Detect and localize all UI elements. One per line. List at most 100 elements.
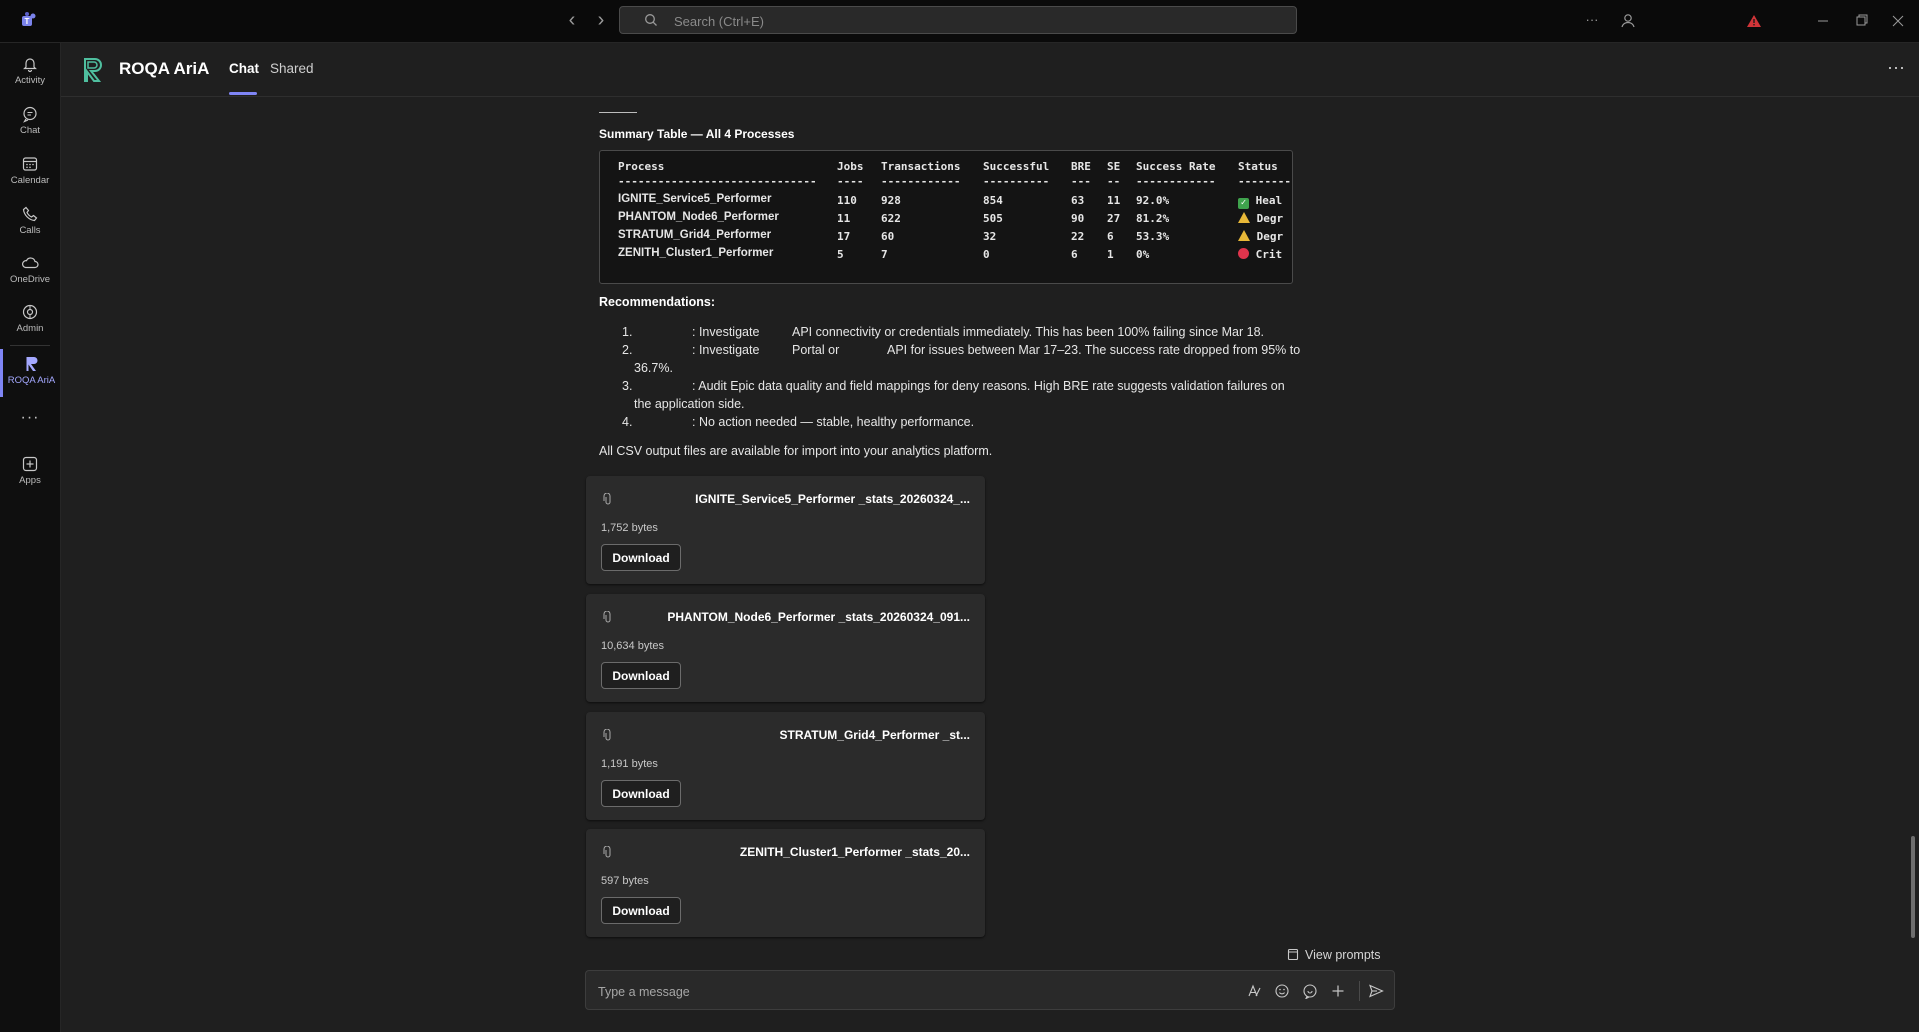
minimize-icon[interactable] bbox=[1814, 12, 1832, 30]
rail-label: Apps bbox=[19, 475, 41, 486]
teams-logo-icon[interactable]: T bbox=[20, 11, 38, 29]
sticker-icon[interactable] bbox=[1302, 983, 1318, 999]
tab-shared[interactable]: Shared bbox=[270, 61, 314, 76]
forward-arrow-icon[interactable]: › bbox=[590, 10, 612, 32]
search-icon bbox=[645, 14, 657, 26]
table-cell-process: ZENITH_Cluster1_Performer bbox=[618, 247, 774, 259]
title-bar: T ‹ › ··· bbox=[0, 0, 1919, 43]
rail-label: Calendar bbox=[10, 175, 50, 186]
file-name[interactable]: IGNITE_Service5_Performer _stats_2026032… bbox=[695, 492, 970, 506]
message-input[interactable] bbox=[596, 981, 1200, 1003]
table-header: Jobs bbox=[837, 160, 864, 173]
table-cell-status: Crit bbox=[1238, 248, 1282, 261]
app-name: ROQA AriA bbox=[119, 59, 210, 78]
table-cell: 11 bbox=[837, 212, 851, 225]
table-cell: 5 bbox=[837, 248, 844, 261]
download-button[interactable]: Download bbox=[601, 897, 681, 924]
table-separator: -- bbox=[1107, 175, 1121, 188]
table-cell: 11 bbox=[1107, 194, 1121, 207]
download-button[interactable]: Download bbox=[601, 662, 681, 689]
more-icon[interactable]: ··· bbox=[1583, 12, 1601, 30]
search-box[interactable] bbox=[619, 6, 1297, 34]
file-size: 1,191 bytes bbox=[601, 758, 658, 770]
rail-item-calendar[interactable]: Calendar bbox=[0, 149, 60, 195]
back-arrow-icon[interactable]: ‹ bbox=[561, 10, 583, 32]
rail-label: ROQA AriA bbox=[7, 375, 56, 386]
paperclip-icon bbox=[603, 611, 611, 623]
rail-item-chat[interactable]: Chat bbox=[0, 99, 60, 145]
download-button[interactable]: Download bbox=[601, 780, 681, 807]
table-header: Status bbox=[1238, 160, 1278, 173]
rail-item-activity[interactable]: Activity bbox=[0, 49, 60, 95]
tab-chat[interactable]: Chat bbox=[229, 61, 259, 76]
table-cell: 505 bbox=[983, 212, 1003, 225]
check-icon: ✓ bbox=[1238, 198, 1249, 209]
table-cell: 22 bbox=[1071, 230, 1085, 243]
rail-item-onedrive[interactable]: OneDrive bbox=[0, 248, 60, 294]
rail-divider bbox=[10, 345, 50, 346]
table-header: Process bbox=[618, 160, 665, 173]
more-options-icon[interactable]: ··· bbox=[1887, 57, 1905, 78]
table-header: Transactions bbox=[881, 160, 961, 173]
rail-item-apps[interactable]: Apps bbox=[0, 449, 60, 495]
search-input[interactable] bbox=[672, 10, 1276, 32]
file-size: 1,752 bytes bbox=[601, 522, 658, 534]
table-cell: 0 bbox=[983, 248, 990, 261]
phone-icon bbox=[22, 206, 38, 222]
table-cell: 32 bbox=[983, 230, 997, 243]
table-cell-status: ✓ Heal bbox=[1238, 194, 1282, 209]
app-header: ROQA AriA Chat Shared ··· bbox=[61, 43, 1919, 97]
recommendation-item: 2. : Investigate Portal or API for issue… bbox=[622, 343, 1301, 375]
composer-divider bbox=[1359, 981, 1360, 1001]
file-attachment-card: IGNITE_Service5_Performer _stats_2026032… bbox=[586, 476, 985, 584]
file-name[interactable]: STRATUM_Grid4_Performer _st... bbox=[780, 728, 971, 742]
recommendations-title: Recommendations: bbox=[599, 295, 715, 309]
view-prompts-button[interactable]: View prompts bbox=[1287, 948, 1381, 962]
send-icon[interactable] bbox=[1368, 983, 1384, 999]
emoji-icon[interactable] bbox=[1274, 983, 1290, 999]
table-cell: 110 bbox=[837, 194, 857, 207]
table-cell: 17 bbox=[837, 230, 851, 243]
maximize-icon[interactable] bbox=[1852, 12, 1870, 30]
more-apps-icon[interactable]: ··· bbox=[0, 403, 60, 433]
attach-plus-icon[interactable] bbox=[1330, 983, 1346, 999]
table-cell: 1 bbox=[1107, 248, 1114, 261]
recommendation-item: 3. : Audit Epic data quality and field m… bbox=[622, 379, 1285, 411]
paperclip-icon bbox=[603, 493, 611, 505]
file-name[interactable]: ZENITH_Cluster1_Performer _stats_20... bbox=[740, 845, 970, 859]
scrollbar-thumb[interactable] bbox=[1911, 836, 1915, 938]
table-header: Successful bbox=[983, 160, 1050, 173]
file-attachment-card: STRATUM_Grid4_Performer _st... 1,191 byt… bbox=[586, 712, 985, 820]
table-separator: --- bbox=[1071, 175, 1091, 188]
rail-item-roqa-aria[interactable]: ROQA AriA bbox=[0, 349, 60, 397]
chat-icon bbox=[23, 106, 37, 123]
add-app-icon bbox=[22, 456, 38, 472]
warning-icon[interactable] bbox=[1745, 12, 1763, 30]
app-rail: Activity Chat Calendar Calls OneDrive Ad… bbox=[0, 43, 61, 1032]
table-header: SE bbox=[1107, 160, 1121, 173]
table-cell: 622 bbox=[881, 212, 901, 225]
file-name[interactable]: PHANTOM_Node6_Performer _stats_20260324_… bbox=[667, 610, 970, 624]
svg-text:T: T bbox=[25, 17, 30, 26]
table-separator: ---- bbox=[837, 175, 864, 188]
table-separator: ------------------------------ bbox=[618, 175, 817, 188]
table-cell: 53.3% bbox=[1136, 230, 1170, 243]
table-cell-status: Degr bbox=[1238, 212, 1283, 225]
table-cell-status: Degr bbox=[1238, 230, 1283, 243]
close-icon[interactable] bbox=[1889, 12, 1907, 30]
format-icon[interactable] bbox=[1246, 983, 1262, 999]
table-cell: 81.2% bbox=[1136, 212, 1170, 225]
admin-icon bbox=[22, 304, 38, 320]
table-cell-process: PHANTOM_Node6_Performer bbox=[618, 211, 779, 223]
rail-item-admin[interactable]: Admin bbox=[0, 297, 60, 343]
active-tab-indicator bbox=[229, 92, 257, 95]
table-separator: ------------ bbox=[1136, 175, 1216, 188]
download-button[interactable]: Download bbox=[601, 544, 681, 571]
view-prompts-label: View prompts bbox=[1305, 948, 1381, 962]
paperclip-icon bbox=[603, 729, 611, 741]
calendar-icon bbox=[22, 157, 38, 171]
rail-item-calls[interactable]: Calls bbox=[0, 199, 60, 245]
file-size: 10,634 bytes bbox=[601, 640, 664, 652]
table-cell: 27 bbox=[1107, 212, 1121, 225]
profile-icon[interactable] bbox=[1620, 12, 1638, 30]
